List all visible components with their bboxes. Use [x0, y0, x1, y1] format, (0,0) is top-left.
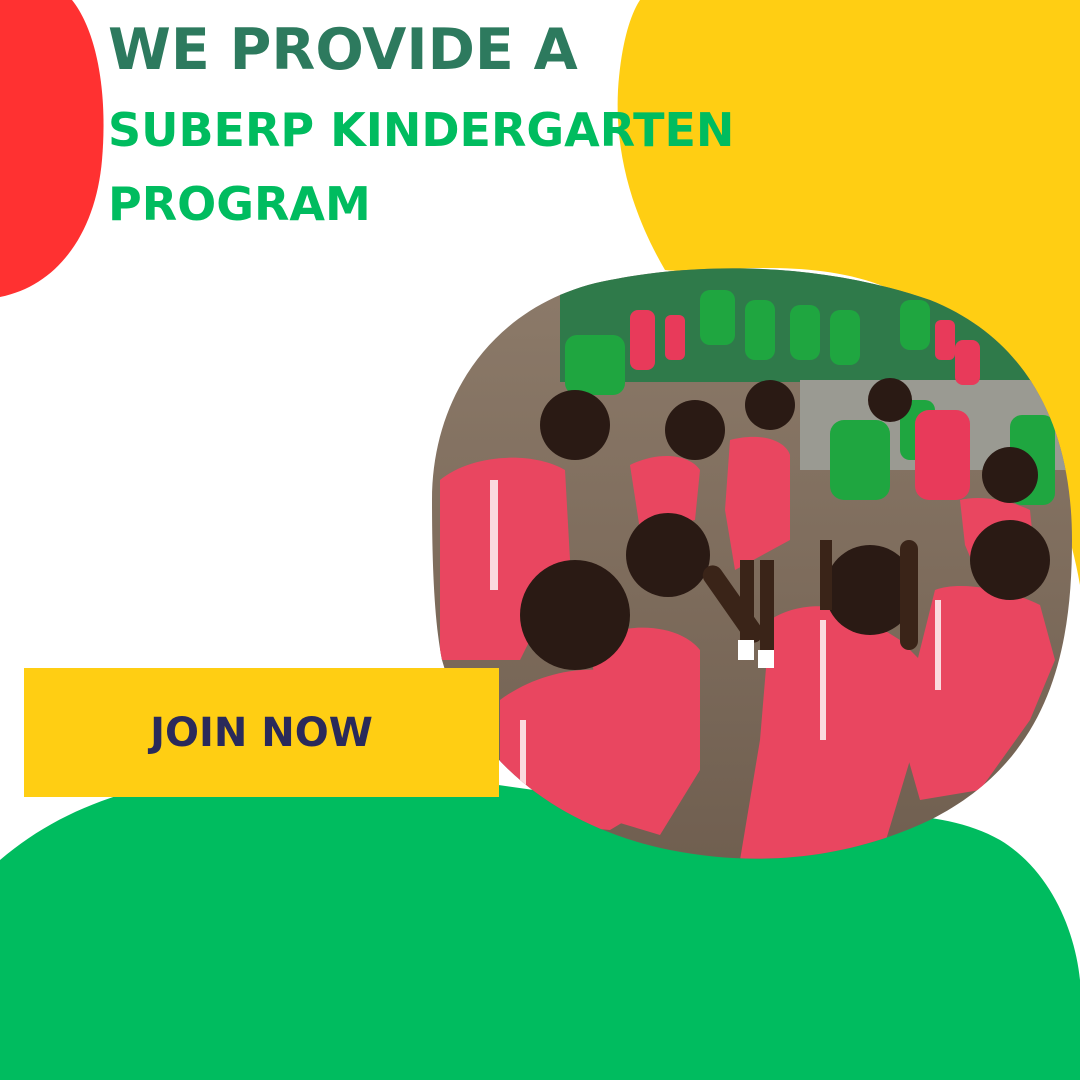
promo-canvas: WE PROVIDE A SUBERP KINDERGARTEN PROGRAM…	[0, 0, 1080, 1080]
headline: WE PROVIDE A SUBERP KINDERGARTEN PROGRAM	[108, 17, 735, 231]
join-now-label: JOIN NOW	[150, 709, 373, 756]
join-now-button[interactable]: JOIN NOW	[24, 668, 499, 797]
headline-line-2: SUBERP KINDERGARTEN	[108, 103, 735, 157]
headline-line-3: PROGRAM	[108, 177, 371, 231]
headline-line-1: WE PROVIDE A	[108, 17, 578, 83]
